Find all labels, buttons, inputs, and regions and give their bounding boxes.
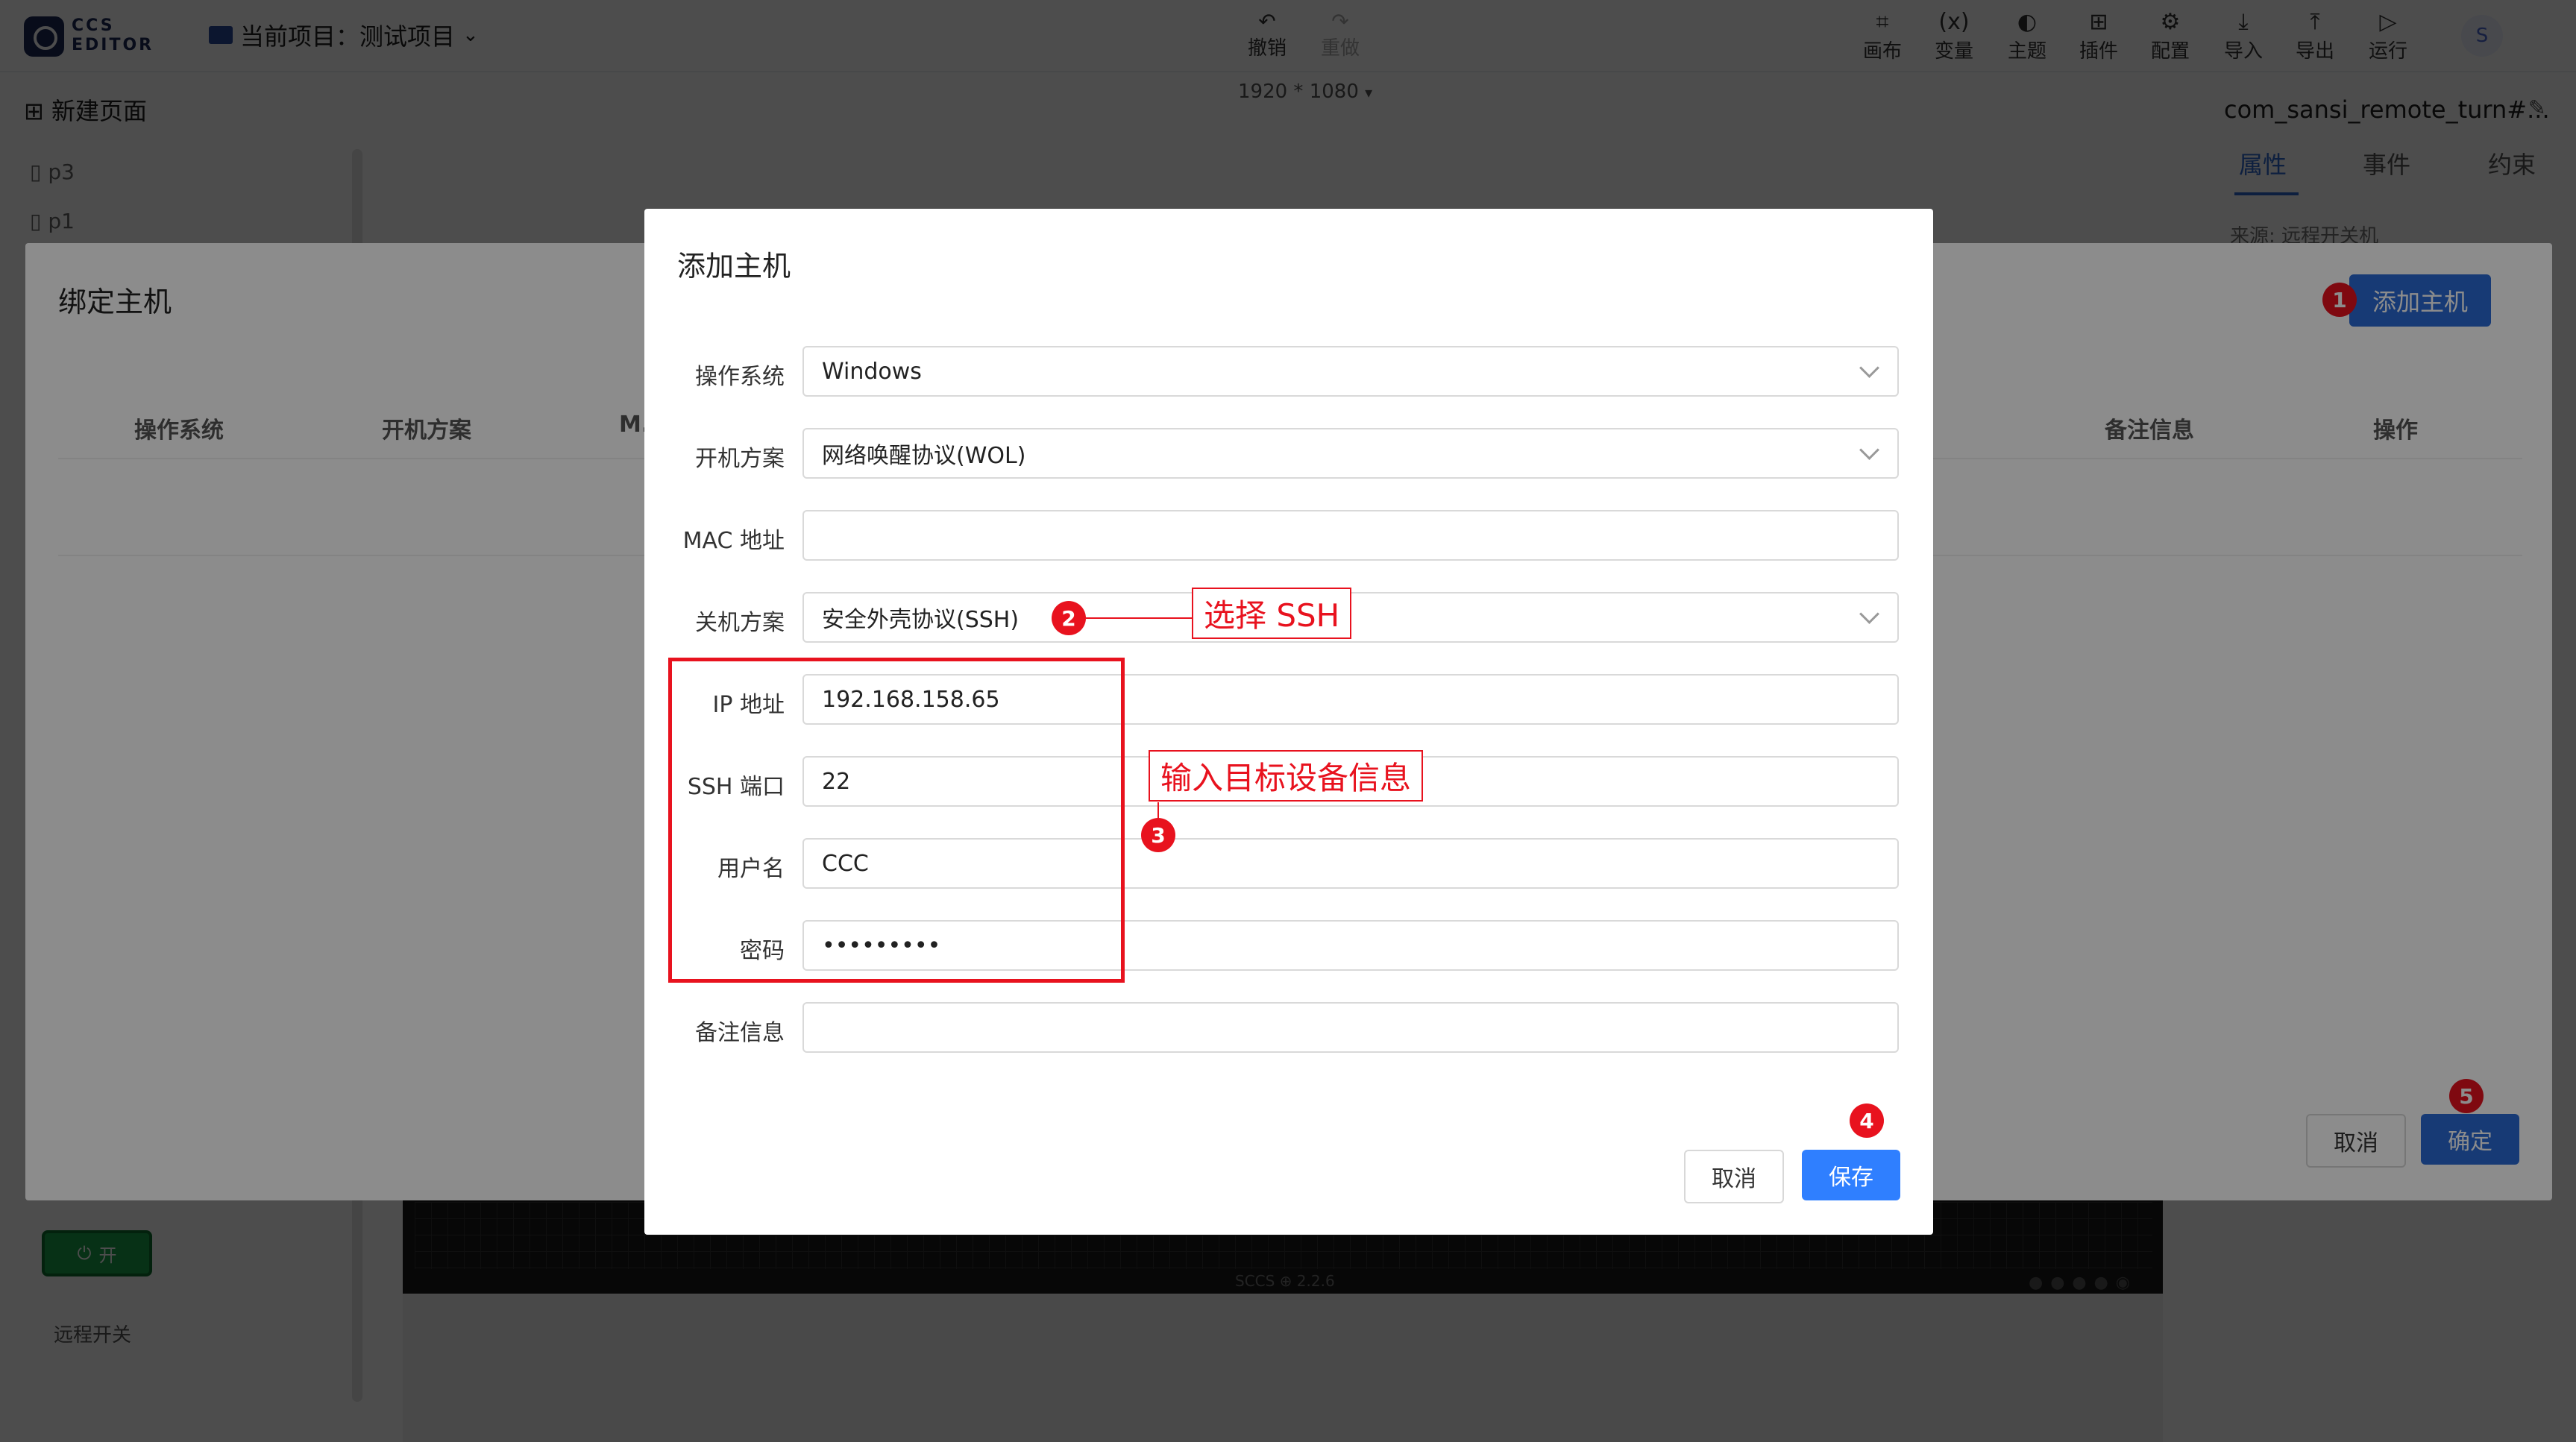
remark-label: 备注信息 xyxy=(695,1020,785,1046)
highlight-box xyxy=(668,658,1125,983)
mac-address-input[interactable] xyxy=(802,510,1899,561)
save-button[interactable]: 保存 xyxy=(1802,1150,1900,1200)
shutdown-plan-value: 安全外壳协议(SSH) xyxy=(822,607,1020,633)
boot-plan-label: 开机方案 xyxy=(695,446,785,472)
os-label: 操作系统 xyxy=(695,364,785,390)
cancel-button[interactable]: 取消 xyxy=(1684,1150,1784,1203)
chevron-down-icon xyxy=(1859,604,1879,624)
step-badge-3: 3 xyxy=(1141,818,1175,852)
step-badge-4: 4 xyxy=(1850,1103,1884,1138)
step-badge-2: 2 xyxy=(1052,601,1086,635)
add-dialog-title: 添加主机 xyxy=(677,250,791,283)
chevron-down-icon xyxy=(1859,440,1879,460)
os-select[interactable]: Windows xyxy=(802,346,1899,397)
remark-input[interactable] xyxy=(802,1002,1899,1053)
shutdown-plan-label: 关机方案 xyxy=(695,610,785,636)
annotation-target-info: 输入目标设备信息 xyxy=(1149,750,1424,802)
boot-plan-value: 网络唤醒协议(WOL) xyxy=(822,443,1026,469)
os-value: Windows xyxy=(822,358,922,385)
chevron-down-icon xyxy=(1859,358,1879,378)
annotation-select-ssh: 选择 SSH xyxy=(1192,588,1352,639)
boot-plan-select[interactable]: 网络唤醒协议(WOL) xyxy=(802,428,1899,479)
mac-address-label: MAC 地址 xyxy=(682,528,785,554)
annotation-leader-2 xyxy=(1086,617,1193,619)
